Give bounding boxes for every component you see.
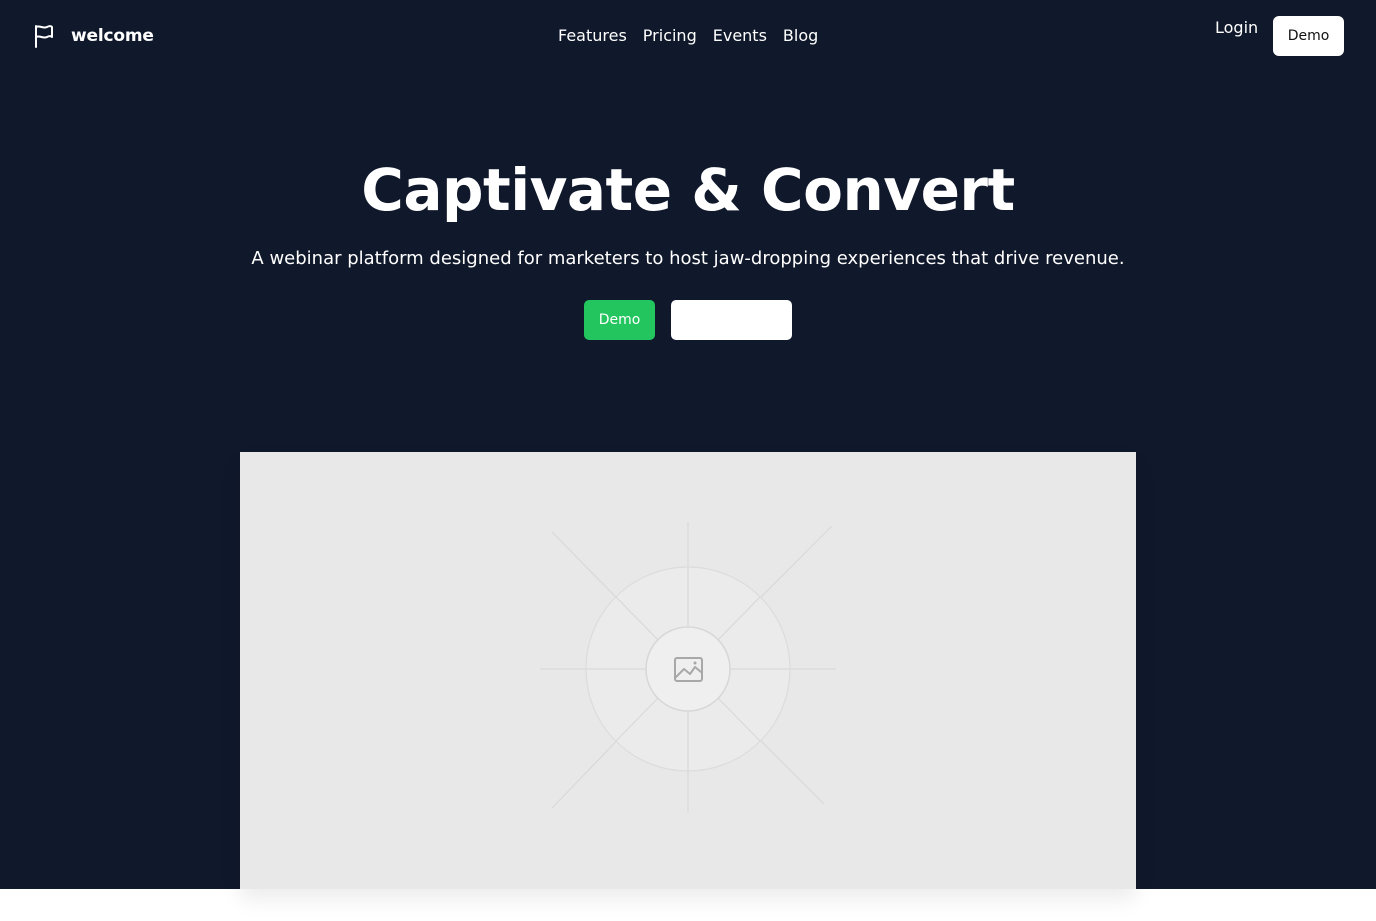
hero-subheadline: A webinar platform designed for marketer… [251,248,1125,269]
placeholder-graphic [540,522,836,812]
brand-logo[interactable]: welcome [33,24,154,48]
flag-icon [35,25,53,48]
nav-link-features[interactable]: Features [550,26,635,46]
hero-headline: Captivate & Convert [361,156,1015,224]
header-demo-button[interactable]: Demo [1273,16,1344,56]
brand-name: welcome [71,26,154,46]
hero-secondary-button[interactable] [671,300,792,340]
nav-link-blog[interactable]: Blog [775,26,826,46]
main-nav: Features Pricing Events Blog [550,26,826,46]
hero-image-placeholder [240,452,1136,889]
nav-link-pricing[interactable]: Pricing [635,26,705,46]
hero-demo-button[interactable]: Demo [584,300,655,340]
login-link[interactable]: Login [1215,18,1258,38]
nav-link-events[interactable]: Events [705,26,775,46]
hero-section: welcome Features Pricing Events Blog Log… [0,0,1376,889]
